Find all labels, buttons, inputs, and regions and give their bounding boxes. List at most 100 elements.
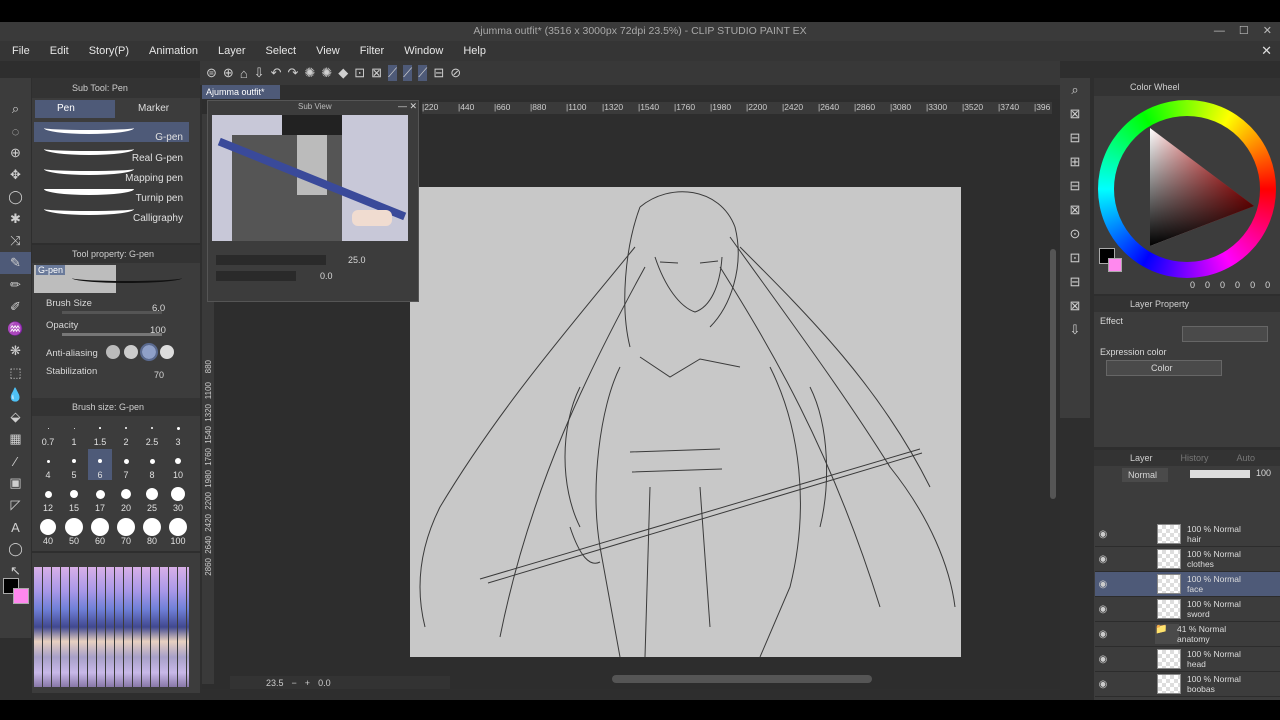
brush-size-cell[interactable]: 10: [166, 449, 190, 480]
selection-tool-icon[interactable]: ◯: [0, 186, 31, 208]
stabilization-value[interactable]: 70: [154, 370, 164, 380]
menu-story[interactable]: Story(P): [89, 45, 129, 57]
brush-size-cell[interactable]: 25: [140, 482, 164, 513]
subview-close-icon[interactable]: — ✕: [398, 101, 417, 112]
info-icon[interactable]: ⊙: [1060, 226, 1090, 242]
item-bank-icon[interactable]: ⊟: [1060, 178, 1090, 194]
redo-icon[interactable]: ↷: [287, 65, 298, 81]
layer-row[interactable]: ◉ 100 % Normal boobas: [1095, 672, 1280, 697]
saturation-triangle[interactable]: [1114, 116, 1260, 262]
aa-strong[interactable]: [160, 345, 174, 359]
color-value[interactable]: 0: [1265, 280, 1270, 290]
sync-icon[interactable]: ⊘: [450, 65, 461, 81]
visibility-eye-icon[interactable]: ◉: [1095, 554, 1111, 565]
brush-size-cell[interactable]: 60: [88, 515, 112, 546]
visibility-eye-icon[interactable]: ◉: [1095, 529, 1111, 540]
layer-row[interactable]: ◉ 100 % Normal face: [1095, 572, 1280, 597]
menu-filter[interactable]: Filter: [360, 45, 384, 57]
brush-size-cell[interactable]: 7: [114, 449, 138, 480]
animation-cels-icon[interactable]: ⊟: [1060, 274, 1090, 290]
tab-auto-action[interactable]: Auto Action: [1237, 450, 1280, 479]
clip-studio-icon[interactable]: ⊜: [206, 65, 217, 81]
eyedropper-icon[interactable]: ⤨: [0, 230, 31, 252]
layer-row[interactable]: ◉ 100 % Normal sword: [1095, 597, 1280, 622]
zoom-minus-icon[interactable]: −: [292, 678, 297, 688]
quick-access-icon[interactable]: ⊠: [1060, 202, 1090, 218]
loading-icon[interactable]: ✺: [304, 65, 315, 81]
move-icon[interactable]: ✥: [0, 164, 31, 186]
color-value[interactable]: 0: [1250, 280, 1255, 290]
layer-search-icon[interactable]: ⊞: [1060, 154, 1090, 170]
aa-medium[interactable]: [140, 343, 158, 361]
brush-size-cell[interactable]: 1: [62, 416, 86, 447]
menu-help[interactable]: Help: [463, 45, 486, 57]
menu-select[interactable]: Select: [266, 45, 297, 57]
navigator-icon[interactable]: ⊠: [1060, 106, 1090, 122]
snap-grid-icon[interactable]: ⟋: [418, 65, 428, 81]
fill-tool-icon[interactable]: ⬙: [0, 406, 31, 428]
brush-size-cell[interactable]: 70: [114, 515, 138, 546]
canvas-tab[interactable]: Ajumma outfit*: [202, 85, 280, 99]
menu-layer[interactable]: Layer: [218, 45, 246, 57]
brush-icon[interactable]: ✐: [0, 296, 31, 318]
pencil-icon[interactable]: ✏: [0, 274, 31, 296]
brush-size-cell[interactable]: 80: [140, 515, 164, 546]
brush-size-cell[interactable]: 8: [140, 449, 164, 480]
visibility-eye-icon[interactable]: ◉: [1095, 654, 1111, 665]
brush-size-cell[interactable]: 5: [62, 449, 86, 480]
figure-icon[interactable]: ∕: [0, 450, 31, 472]
magic-wand-icon[interactable]: ✱: [0, 208, 31, 230]
decoration-icon[interactable]: ❋: [0, 340, 31, 362]
brush-size-cell[interactable]: 100: [166, 515, 190, 546]
visibility-eye-icon[interactable]: ◉: [1095, 604, 1111, 615]
selection-icon[interactable]: ⊠: [371, 65, 382, 81]
brush-size-cell[interactable]: 4: [36, 449, 60, 480]
subview-angle-value[interactable]: 0.0: [320, 271, 333, 281]
timeline-icon[interactable]: ⊡: [1060, 250, 1090, 266]
brush-size-cell[interactable]: 6: [88, 449, 112, 480]
color-value[interactable]: 0: [1205, 280, 1210, 290]
effect-buttons[interactable]: [1182, 326, 1268, 342]
brush-size-cell[interactable]: 40: [36, 515, 60, 546]
brush-size-cell[interactable]: 0.7: [36, 416, 60, 447]
menu-animation[interactable]: Animation: [149, 45, 198, 57]
brush-size-cell[interactable]: 30: [166, 482, 190, 513]
layer-row[interactable]: ◉ 100 % Normal clothes: [1095, 547, 1280, 572]
brush-size-slider[interactable]: [62, 311, 162, 314]
color-value[interactable]: 0: [1235, 280, 1240, 290]
subview-angle-slider[interactable]: [216, 271, 296, 281]
tab-pen[interactable]: Pen: [35, 100, 115, 118]
color-value[interactable]: 0: [1190, 280, 1195, 290]
zoom-icon[interactable]: ⌕: [0, 98, 31, 120]
tab-layer[interactable]: Layer: [1130, 450, 1153, 466]
brush-g-pen[interactable]: G-pen: [34, 122, 189, 143]
brush-size-cell[interactable]: 2.5: [140, 416, 164, 447]
brush-calligraphy[interactable]: Calligraphy: [34, 203, 189, 224]
sub-color-swatch[interactable]: [13, 588, 29, 604]
lasso-icon[interactable]: ◌: [0, 120, 31, 142]
fill-icon[interactable]: ◆: [338, 65, 348, 81]
menu-window[interactable]: Window: [404, 45, 443, 57]
blend-mode-select[interactable]: Normal: [1122, 468, 1168, 482]
tab-marker[interactable]: Marker: [120, 100, 198, 118]
operation-icon[interactable]: ⊕: [0, 142, 31, 164]
brush-size-cell[interactable]: 3: [166, 416, 190, 447]
search-icon[interactable]: ⌕: [1060, 82, 1090, 98]
menu-view[interactable]: View: [316, 45, 340, 57]
brush-size-cell[interactable]: 17: [88, 482, 112, 513]
menu-file[interactable]: File: [12, 45, 30, 57]
layer-opacity-value[interactable]: 100: [1256, 468, 1271, 478]
aa-none[interactable]: [106, 345, 120, 359]
brush-size-cell[interactable]: 1.5: [88, 416, 112, 447]
zoom-value[interactable]: 23.5: [266, 678, 284, 688]
brush-size-cell[interactable]: 15: [62, 482, 86, 513]
snap-special-icon[interactable]: ⟋: [403, 65, 413, 81]
brush-size-cell[interactable]: 12: [36, 482, 60, 513]
console-icon[interactable]: ⊠: [1060, 298, 1090, 314]
frame-icon[interactable]: ▣: [0, 472, 31, 494]
ruler-icon[interactable]: ◸: [0, 494, 31, 516]
open-icon[interactable]: ⌂: [240, 66, 248, 81]
brush-size-cell[interactable]: 20: [114, 482, 138, 513]
angle-value[interactable]: 0.0: [318, 678, 331, 688]
layer-row[interactable]: ◉ 100 % Normal hair: [1095, 522, 1280, 547]
